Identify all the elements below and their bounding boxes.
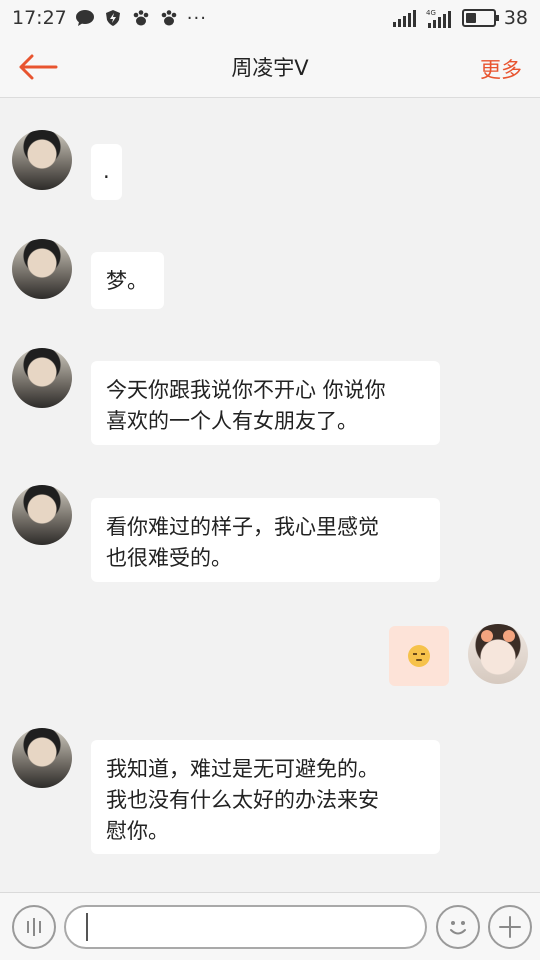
message-text: 梦。 [106,269,148,293]
emoji-button[interactable] [436,905,480,949]
avatar[interactable] [12,348,72,408]
status-bar: 17:27 ··· 4G 38 [0,0,540,36]
back-button[interactable] [18,52,60,82]
text-cursor [86,913,88,941]
status-right: 4G 38 [392,7,528,29]
message-line: 喜欢的一个人有女朋友了。 [106,409,358,433]
message-line: 我知道，难过是无可避免的。 [106,757,379,781]
paw-icon [133,10,149,26]
status-left: 17:27 ··· [12,7,207,29]
message-bubble[interactable]: 梦。 [91,252,164,309]
paw-icon [161,10,177,26]
shield-bolt-icon [105,10,120,26]
message-bubble[interactable]: 我知道，难过是无可避免的。 我也没有什么太好的办法来安 慰你。 [91,740,440,854]
svg-text:4G: 4G [426,9,436,17]
message-line: 慰你。 [106,819,169,843]
voice-button[interactable] [12,905,56,949]
avatar[interactable] [12,130,72,190]
avatar[interactable] [12,485,72,545]
input-bar [0,892,540,960]
back-arrow-icon [19,54,58,80]
chat-header: 周凌宇V 更多 [0,36,540,98]
chat-title: 周凌宇V [231,55,309,80]
message-line: 今天你跟我说你不开心 你说你 [106,378,386,402]
smiley-icon [450,921,466,935]
pensive-face-icon [408,645,430,667]
message-line: 我也没有什么太好的办法来安 [106,788,379,812]
avatar[interactable] [12,239,72,299]
battery-fill [465,13,476,23]
battery-percent: 38 [503,7,528,29]
message-line: 也很难受的。 [106,546,232,570]
plus-icon [499,916,521,938]
more-dots-icon: ··· [186,7,207,29]
status-time: 17:27 [12,7,67,29]
4g-signal-icon: 4G [426,9,451,28]
message-bubble[interactable]: 今天你跟我说你不开心 你说你 喜欢的一个人有女朋友了。 [91,361,440,445]
avatar[interactable] [468,624,528,684]
battery-icon [461,9,499,27]
message-bubble[interactable] [389,626,449,686]
message-line: 看你难过的样子，我心里感觉 [106,515,379,539]
message-bubble[interactable]: 看你难过的样子，我心里感觉 也很难受的。 [91,498,440,582]
message-list[interactable]: . 梦。 今天你跟我说你不开心 你说你 喜欢的一个人有女朋友了。 看你难过的样子… [0,98,540,892]
more-button[interactable]: 更多 [480,54,522,84]
message-bubble[interactable]: . [91,144,122,200]
voice-wave-icon [27,918,41,936]
wifi-icon [392,10,416,27]
plus-button[interactable] [488,905,532,949]
message-text: . [103,159,110,183]
chat-bubble-icon [75,10,94,26]
avatar[interactable] [12,728,72,788]
message-input[interactable] [64,905,427,949]
